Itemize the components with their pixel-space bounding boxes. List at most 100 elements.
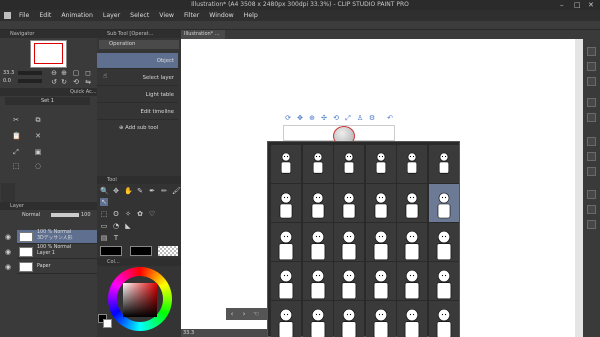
blend-tool-icon[interactable]: ◔: [112, 222, 120, 230]
pose-preset-cell[interactable]: [271, 301, 301, 337]
pose-preset-cell[interactable]: [334, 184, 364, 222]
maximize-button[interactable]: □: [574, 1, 581, 9]
pencil-tool-icon[interactable]: ✏: [160, 187, 168, 195]
opacity-value[interactable]: 100: [81, 212, 91, 218]
eyedropper-icon[interactable]: ✎: [136, 187, 144, 195]
clear-icon[interactable]: ✕: [34, 132, 42, 140]
paste-icon[interactable]: 📋: [12, 132, 21, 140]
quick-access-set[interactable]: Set 1: [5, 97, 90, 105]
transform-icon[interactable]: ⤢: [12, 148, 20, 156]
object-tool-icon[interactable]: ↖: [100, 198, 108, 206]
undo-icon[interactable]: ↶: [386, 114, 394, 122]
pose-preset-cell[interactable]: [271, 184, 301, 222]
canvas-scrollbar[interactable]: [575, 39, 583, 337]
saturation-value-box[interactable]: [123, 283, 157, 317]
pose-preset-cell[interactable]: [428, 184, 459, 222]
flip-icon[interactable]: ⇋: [84, 78, 92, 86]
transparent-chip[interactable]: [158, 246, 178, 256]
pose-preset-cell[interactable]: [302, 262, 333, 300]
zoom-out-icon[interactable]: ⊖: [50, 69, 58, 77]
menu-layer[interactable]: Layer: [103, 12, 120, 19]
fill-tool-icon[interactable]: ◣: [124, 222, 132, 230]
layer-row-paper[interactable]: Paper: [17, 260, 97, 274]
menu-edit[interactable]: Edit: [39, 12, 51, 19]
camera-rotate-icon[interactable]: ⟳: [284, 114, 292, 122]
hand-tool-icon[interactable]: ✋: [124, 187, 133, 195]
eraser-icon[interactable]: ▭: [100, 222, 108, 230]
sub-color-chip[interactable]: [130, 246, 152, 256]
fit-icon[interactable]: ▢: [72, 69, 80, 77]
zoom-tool-icon[interactable]: 🔍: [100, 187, 109, 195]
opacity-slider[interactable]: [51, 213, 79, 217]
pose-icon[interactable]: ♙: [356, 114, 364, 122]
navigator-zoom[interactable]: 33.3: [3, 70, 14, 76]
reset-rotation-icon[interactable]: ⟲: [72, 78, 80, 86]
next-icon[interactable]: ›: [240, 310, 248, 318]
material-button[interactable]: [587, 152, 596, 161]
material-button[interactable]: [587, 113, 596, 122]
zoom-in-icon[interactable]: ⊕: [60, 69, 68, 77]
pose-preset-cell[interactable]: [334, 223, 364, 261]
pose-preset-cell[interactable]: [271, 262, 301, 300]
preset-icon[interactable]: ⚙: [368, 114, 376, 122]
add-sub-tool[interactable]: ⊕ Add sub tool: [119, 125, 158, 131]
pose-preset-cell[interactable]: [302, 223, 333, 261]
menu-window[interactable]: Window: [209, 12, 233, 19]
eye-icon[interactable]: ◉: [4, 233, 12, 241]
select-all-icon[interactable]: ⬚: [12, 162, 20, 170]
layer-row-3d[interactable]: 100 % Normal 3Dデッサン人形: [17, 230, 97, 244]
pose-preset-cell[interactable]: [397, 223, 427, 261]
eye-icon[interactable]: ◉: [4, 248, 12, 256]
pose-preset-cell[interactable]: [397, 262, 427, 300]
menu-file[interactable]: File: [19, 12, 29, 19]
pose-preset-cell[interactable]: [365, 301, 396, 337]
material-button[interactable]: [587, 62, 596, 71]
text-tool-icon[interactable]: T: [112, 234, 120, 242]
pose-preset-cell[interactable]: [302, 301, 333, 337]
camera-zoom-icon[interactable]: ⊕: [308, 114, 316, 122]
pose-preset-cell[interactable]: [428, 223, 459, 261]
material-button[interactable]: [587, 137, 596, 146]
pose-preset-cell[interactable]: [302, 184, 333, 222]
hand-icon[interactable]: ☜: [252, 310, 260, 318]
material-button[interactable]: [587, 220, 596, 229]
sub-tool-object[interactable]: Object: [97, 53, 178, 69]
close-button[interactable]: ✕: [588, 1, 594, 9]
background-color[interactable]: [103, 319, 112, 328]
pose-preset-cell[interactable]: [271, 145, 301, 183]
heart-icon[interactable]: ♡: [148, 210, 156, 218]
fill-icon[interactable]: ▣: [34, 148, 42, 156]
brush-tool-icon[interactable]: 🖌: [172, 187, 181, 195]
pose-preset-cell[interactable]: [302, 145, 333, 183]
actual-size-icon[interactable]: ◻: [84, 69, 92, 77]
pose-preset-cell[interactable]: [428, 262, 459, 300]
move-object-icon[interactable]: ✣: [320, 114, 328, 122]
pose-preset-cell[interactable]: [365, 184, 396, 222]
pose-preset-cell[interactable]: [334, 301, 364, 337]
sub-tool-group-tab[interactable]: Operation: [99, 40, 179, 49]
rotate-right-icon[interactable]: ↻: [60, 78, 68, 86]
menu-animation[interactable]: Animation: [61, 12, 93, 19]
material-button[interactable]: [587, 190, 596, 199]
canvas-tab[interactable]: Illustration* ...: [181, 30, 225, 39]
blend-mode-select[interactable]: Normal: [22, 212, 40, 218]
scale-object-icon[interactable]: ⤢: [344, 114, 352, 122]
deselect-icon[interactable]: ◌: [34, 162, 42, 170]
pose-preset-cell[interactable]: [365, 223, 396, 261]
pose-preset-cell[interactable]: [334, 262, 364, 300]
sub-tool-select-layer[interactable]: Select layer: [97, 70, 178, 86]
rotate-slider[interactable]: [18, 79, 42, 83]
pose-preset-cell[interactable]: [397, 301, 427, 337]
sub-tool-light-table[interactable]: Light table: [97, 87, 178, 103]
navigator-angle[interactable]: 0.0: [3, 78, 11, 84]
move-tool-icon[interactable]: ✥: [112, 187, 120, 195]
menu-filter[interactable]: Filter: [184, 12, 199, 19]
lasso-tool-icon[interactable]: ʘ: [112, 210, 120, 218]
zoom-slider[interactable]: [18, 71, 42, 75]
decoration-icon[interactable]: ✿: [136, 210, 144, 218]
pose-preset-cell[interactable]: [397, 184, 427, 222]
rotate-object-icon[interactable]: ⟲: [332, 114, 340, 122]
material-button[interactable]: [587, 77, 596, 86]
camera-pan-icon[interactable]: ✥: [296, 114, 304, 122]
pose-preset-cell[interactable]: [271, 223, 301, 261]
